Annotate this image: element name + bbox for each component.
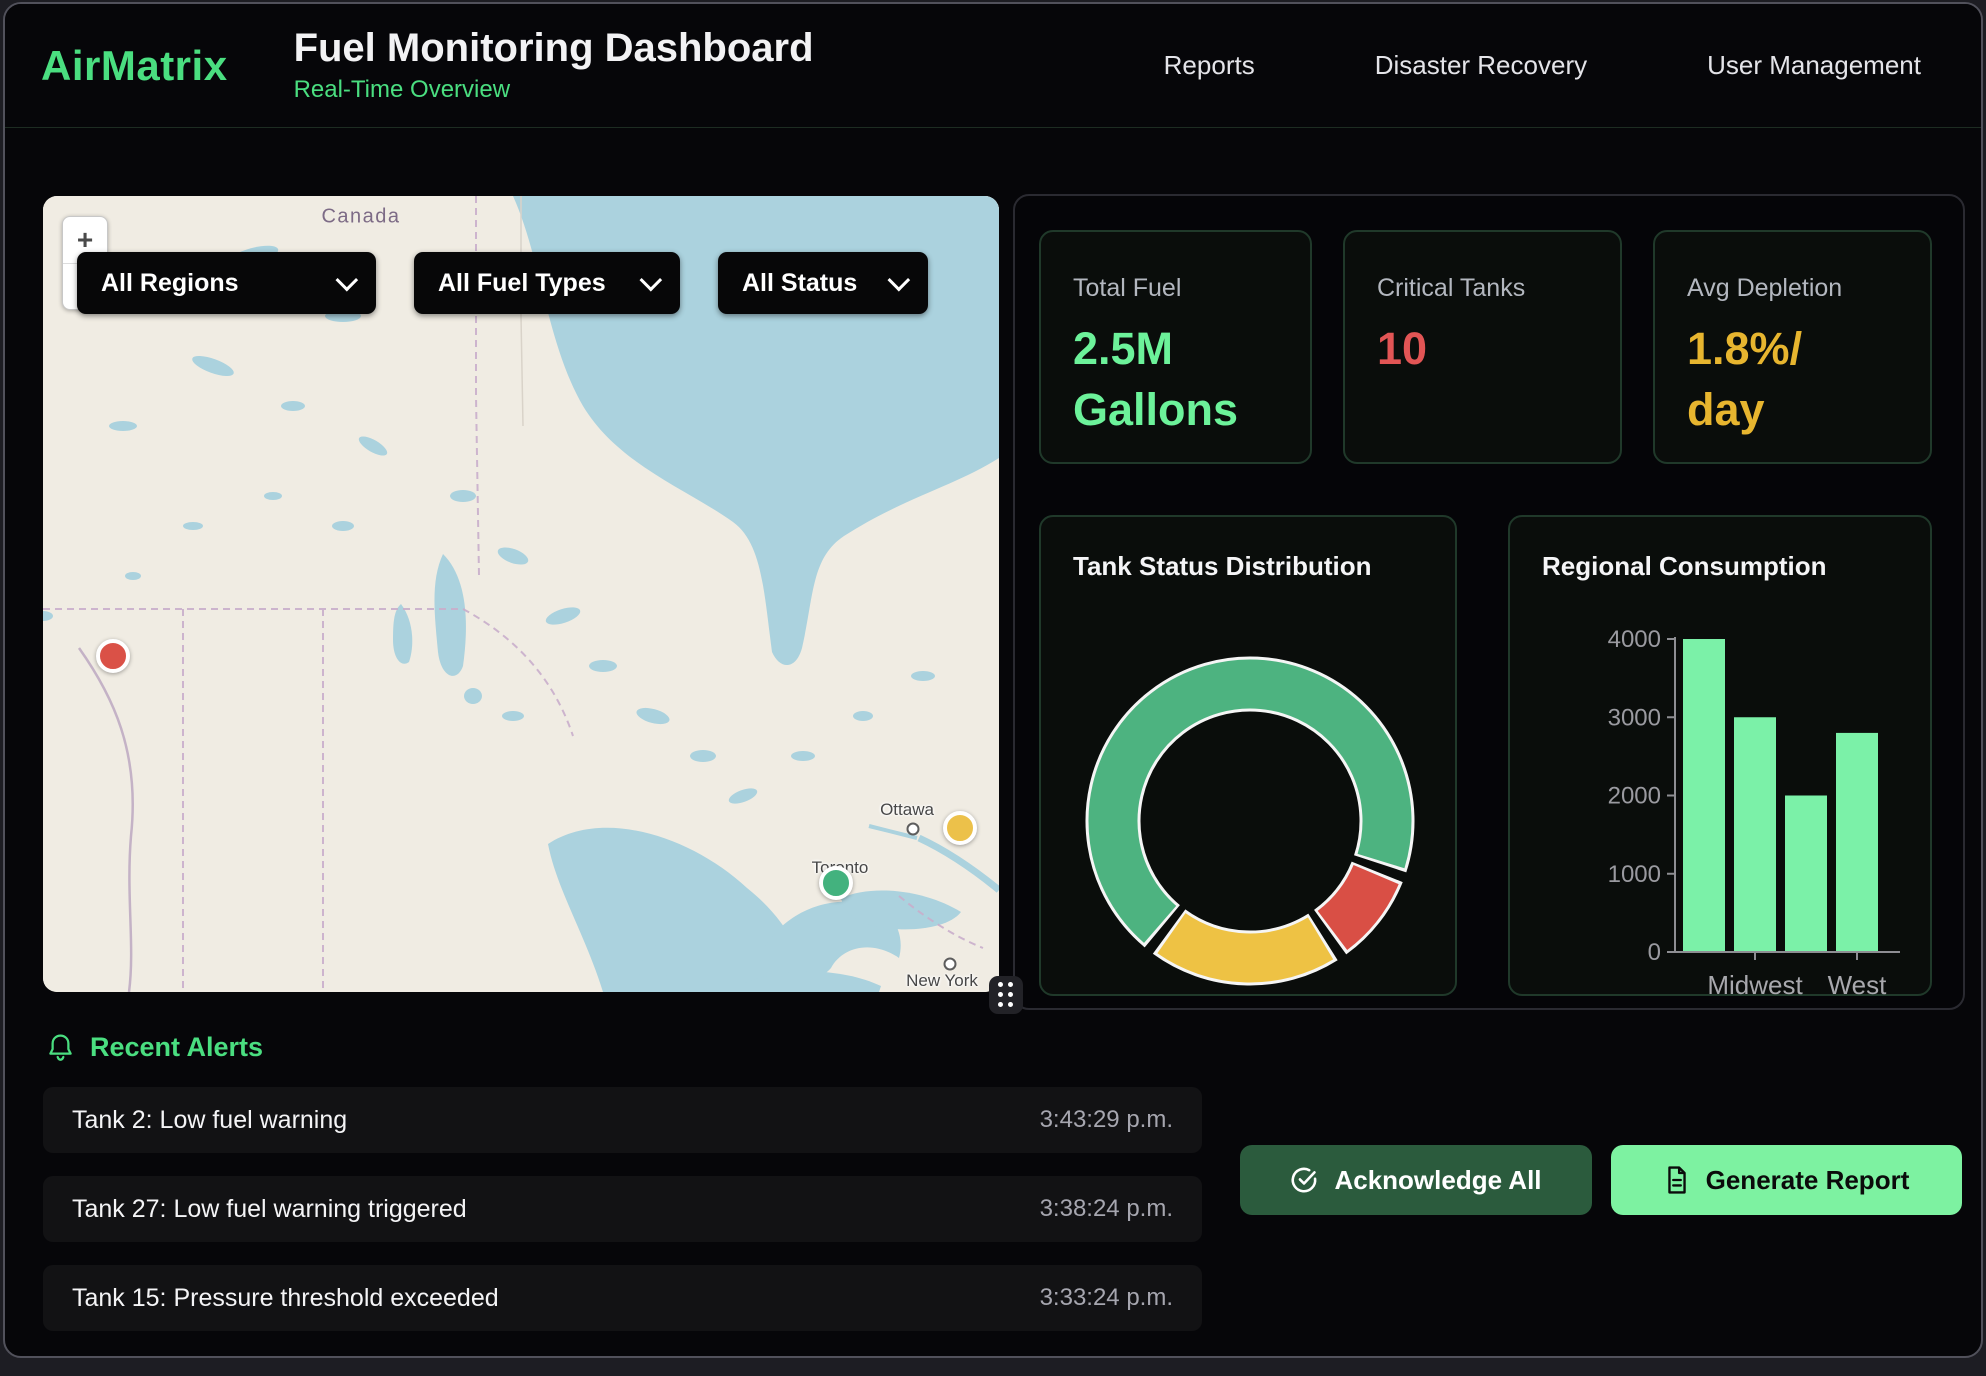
bar-chart-card: Regional Consumption 01000200030004000Mi… — [1508, 515, 1932, 996]
alert-row: Tank 15: Pressure threshold exceeded 3:3… — [43, 1265, 1202, 1331]
map-label-canada: Canada — [321, 206, 400, 229]
stat-card-total-fuel: Total Fuel 2.5M Gallons — [1039, 230, 1312, 464]
generate-report-label: Generate Report — [1706, 1165, 1910, 1196]
regional-consumption-bar-chart: 0 1000 2000 3000 4000 Midwest West — [1510, 517, 1934, 998]
svg-text:West: West — [1828, 970, 1888, 998]
stat-value: 2.5M — [1073, 319, 1278, 380]
app-window: AirMatrix Fuel Monitoring Dashboard Real… — [3, 2, 1983, 1358]
resize-grip-icon[interactable] — [989, 976, 1023, 1014]
chevron-down-icon — [336, 269, 359, 292]
generate-report-button[interactable]: Generate Report — [1611, 1145, 1962, 1215]
fuel-type-filter-dropdown[interactable]: All Fuel Types — [414, 252, 680, 314]
alert-text: Tank 15: Pressure threshold exceeded — [72, 1284, 499, 1313]
alert-timestamp: 3:38:24 p.m. — [1040, 1195, 1173, 1223]
nav-disaster-recovery[interactable]: Disaster Recovery — [1375, 50, 1587, 81]
map-canvas[interactable]: Canada Ottawa Toronto New York + − All R… — [43, 196, 999, 992]
page-subtitle: Real-Time Overview — [294, 76, 814, 104]
status-filter-value: All Status — [742, 269, 857, 298]
fuel-type-filter-value: All Fuel Types — [438, 269, 606, 298]
nav-reports[interactable]: Reports — [1164, 50, 1255, 81]
alert-row: Tank 27: Low fuel warning triggered 3:38… — [43, 1176, 1202, 1242]
check-circle-icon — [1290, 1166, 1318, 1194]
alerts-title: Recent Alerts — [90, 1032, 263, 1063]
region-filter-value: All Regions — [101, 269, 239, 298]
stat-label: Avg Depletion — [1687, 274, 1898, 303]
stat-label: Total Fuel — [1073, 274, 1278, 303]
alert-timestamp: 3:43:29 p.m. — [1040, 1106, 1173, 1134]
svg-text:Midwest: Midwest — [1707, 970, 1803, 998]
tank-marker-warning[interactable] — [943, 811, 977, 845]
tank-marker-critical[interactable] — [96, 639, 130, 673]
stat-value: 1.8%/ — [1687, 319, 1898, 380]
metrics-panel: Total Fuel 2.5M Gallons Critical Tanks 1… — [1013, 194, 1965, 1010]
nav-user-management[interactable]: User Management — [1707, 50, 1921, 81]
acknowledge-all-label: Acknowledge All — [1334, 1165, 1541, 1196]
stat-value: Gallons — [1073, 380, 1278, 441]
chevron-down-icon — [640, 269, 663, 292]
header: AirMatrix Fuel Monitoring Dashboard Real… — [5, 4, 1981, 128]
acknowledge-all-button[interactable]: Acknowledge All — [1240, 1145, 1592, 1215]
map-filters: All Regions All Fuel Types All Status — [77, 252, 928, 314]
document-icon — [1664, 1166, 1690, 1194]
svg-text:4000: 4000 — [1608, 626, 1661, 653]
map-label-ottawa: Ottawa — [880, 800, 934, 820]
main-nav: Reports Disaster Recovery User Managemen… — [1164, 50, 1945, 81]
tank-marker-normal[interactable] — [819, 866, 853, 900]
alert-text: Tank 27: Low fuel warning triggered — [72, 1195, 467, 1224]
donut-chart-card: Tank Status Distribution — [1039, 515, 1457, 996]
chevron-down-icon — [888, 269, 911, 292]
alert-row: Tank 2: Low fuel warning 3:43:29 p.m. — [43, 1087, 1202, 1153]
stat-label: Critical Tanks — [1377, 274, 1588, 303]
tank-status-donut-chart — [1041, 517, 1459, 998]
alert-text: Tank 2: Low fuel warning — [72, 1106, 347, 1135]
svg-text:1000: 1000 — [1608, 861, 1661, 888]
map-label-new-york: New York — [906, 971, 978, 991]
svg-text:0: 0 — [1648, 939, 1661, 966]
page-title: Fuel Monitoring Dashboard — [294, 27, 814, 69]
region-filter-dropdown[interactable]: All Regions — [77, 252, 376, 314]
brand-logo: AirMatrix — [41, 42, 228, 90]
ottawa-town-dot — [907, 823, 920, 836]
stat-card-critical-tanks: Critical Tanks 10 — [1343, 230, 1622, 464]
svg-text:2000: 2000 — [1608, 783, 1661, 810]
new-york-town-dot — [944, 958, 957, 971]
stat-card-avg-depletion: Avg Depletion 1.8%/ day — [1653, 230, 1932, 464]
alert-timestamp: 3:33:24 p.m. — [1040, 1284, 1173, 1312]
status-filter-dropdown[interactable]: All Status — [718, 252, 928, 314]
stat-value: day — [1687, 380, 1898, 441]
svg-text:3000: 3000 — [1608, 704, 1661, 731]
bell-icon — [47, 1033, 74, 1063]
title-block: Fuel Monitoring Dashboard Real-Time Over… — [294, 27, 814, 104]
alerts-header: Recent Alerts — [47, 1032, 263, 1063]
stat-value: 10 — [1377, 319, 1588, 380]
